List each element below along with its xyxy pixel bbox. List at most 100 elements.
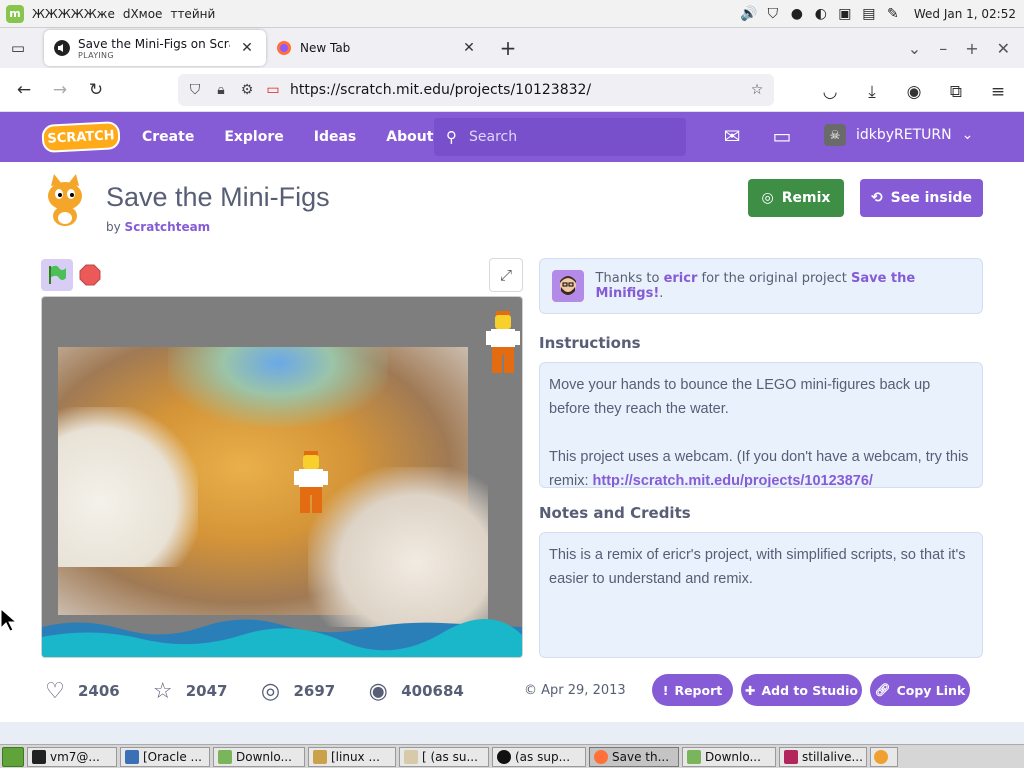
tab-save-the-mini-figs[interactable]: Save the Mini-Figs on Scratch PLAYING ✕ <box>44 30 266 66</box>
instructions-text: This project uses a webcam. (If you don'… <box>549 449 969 488</box>
taskbar-item-firefox[interactable]: Save th... <box>589 746 679 767</box>
volume-icon[interactable]: 🔊 <box>740 5 758 23</box>
avatar[interactable] <box>552 270 584 302</box>
taskbar-item-stillalive[interactable]: stillalive... <box>779 746 867 767</box>
eye-icon: ◉ <box>368 678 388 704</box>
instructions-box[interactable]: Move your hands to bounce the LEGO mini-… <box>539 362 983 488</box>
author-link[interactable]: Scratchteam <box>125 220 211 234</box>
credit-user-link[interactable]: ericr <box>664 271 698 286</box>
scratch-header: SCRATCH Create Explore Ideas About ⚲ ✉ ▭… <box>0 112 1024 162</box>
minimize-icon[interactable]: – <box>939 39 947 58</box>
tab-list-icon[interactable]: ▭ <box>0 30 36 66</box>
remix-spiral-icon: ◎ <box>260 678 281 704</box>
url-text[interactable]: https://scratch.mit.edu/projects/1012383… <box>290 82 740 98</box>
love-stat[interactable]: ♡ 2406 <box>42 678 120 704</box>
nav-about[interactable]: About <box>386 129 433 145</box>
close-window-icon[interactable]: ✕ <box>997 39 1010 58</box>
system-top-panel: m ЖЖЖЖЖже dХмое ттейнй 🔊 ⛉ ● ◐ ▣ ▤ ✎ Wed… <box>0 0 1024 28</box>
lock-icon[interactable]: 🔒︎ <box>212 82 230 98</box>
speaker-icon[interactable] <box>54 40 70 56</box>
taskbar-item-as-su[interactable]: [ (as su... <box>399 746 489 767</box>
mint-menu-icon[interactable]: m <box>6 4 24 23</box>
tab-playing-label: PLAYING <box>78 50 114 60</box>
notes-box[interactable]: This is a remix of ericr's project, with… <box>539 532 983 658</box>
remix-link[interactable]: http://scratch.mit.edu/projects/10123876… <box>593 473 873 487</box>
editor-icon <box>313 749 327 764</box>
remix-credit-text: Thanks to ericr for the original project… <box>595 271 916 301</box>
tab-new-tab[interactable]: New Tab ✕ <box>266 30 488 66</box>
taskbar-item-oracle[interactable]: [Oracle ... <box>120 746 210 767</box>
tray-app-icon[interactable]: ● <box>788 5 806 23</box>
user-menu[interactable]: ☠ idkbyRETURN ⌄ <box>824 124 973 146</box>
green-flag-icon <box>49 265 66 284</box>
clipboard-icon[interactable]: ▣ <box>836 5 854 23</box>
maximize-icon[interactable]: + <box>965 39 978 58</box>
forward-arrow-icon[interactable]: → <box>42 72 78 108</box>
report-button[interactable]: ! Report <box>652 674 733 706</box>
messages-icon[interactable]: ✉ <box>718 122 746 150</box>
scratch-nav: Create Explore Ideas About <box>142 129 433 145</box>
tab-title: Save the Mini-Figs on Scratch <box>78 36 230 51</box>
green-flag-button[interactable] <box>41 259 73 291</box>
stop-button[interactable] <box>79 264 101 286</box>
pocket-icon[interactable]: ◡ <box>812 74 848 110</box>
extensions-icon[interactable]: ⧉ <box>938 74 974 110</box>
account-icon[interactable]: ◉ <box>896 74 932 110</box>
page-footer-strip <box>0 722 1024 744</box>
nav-create[interactable]: Create <box>142 129 194 145</box>
remix-button[interactable]: ◎ Remix <box>748 179 844 217</box>
search-input[interactable] <box>469 129 659 145</box>
editor-icon <box>404 749 418 764</box>
clock[interactable]: Wed Jan 1, 02:52 <box>914 7 1016 21</box>
start-menu-icon[interactable] <box>2 746 24 767</box>
close-icon[interactable]: ✕ <box>238 39 256 57</box>
plus-icon: ✚ <box>744 682 756 698</box>
taskbar-item-downloads[interactable]: Downlo... <box>213 746 305 767</box>
new-tab-plus-icon[interactable]: + <box>492 32 524 64</box>
minifig-sprite <box>486 311 520 373</box>
star-icon: ☆ <box>152 678 173 704</box>
hands-image <box>58 407 198 567</box>
browser-nav-bar: ← → ↻ ⛉ 🔒︎ ⚙︎ ▭ https://scratch.mit.edu/… <box>0 68 1024 112</box>
bookmark-star-icon[interactable]: ☆ <box>748 82 766 98</box>
fullscreen-icon[interactable]: ⤢ <box>489 258 523 292</box>
taskbar-item-downloads-2[interactable]: Downlo... <box>682 746 776 767</box>
camera-icon[interactable]: ▭ <box>264 82 282 98</box>
taskbar-item-extra[interactable] <box>870 746 898 767</box>
back-arrow-icon[interactable]: ← <box>6 72 42 108</box>
see-inside-button[interactable]: ⟲ See inside <box>860 179 983 217</box>
url-bar[interactable]: ⛉ 🔒︎ ⚙︎ ▭ https://scratch.mit.edu/projec… <box>178 74 774 106</box>
taskbar-item-as-sup[interactable]: (as sup... <box>492 746 586 767</box>
firefox-icon <box>874 749 888 764</box>
chevron-down-icon[interactable]: ⌄ <box>908 39 921 58</box>
taskbar-item-terminal[interactable]: vm7@... <box>27 746 117 767</box>
permissions-icon[interactable]: ⚙︎ <box>238 82 256 98</box>
pen-icon[interactable]: ✎ <box>884 5 902 23</box>
project-stats: ♡ 2406 ☆ 2047 ◎ 2697 ◉ 400684 <box>42 678 494 704</box>
hamburger-menu-icon[interactable]: ≡ <box>980 74 1016 110</box>
close-icon[interactable]: ✕ <box>460 39 478 57</box>
project-stage[interactable] <box>41 296 523 658</box>
nav-ideas[interactable]: Ideas <box>314 129 357 145</box>
chevron-down-icon: ⌄ <box>961 127 974 143</box>
download-icon[interactable]: ⤓ <box>854 74 890 110</box>
firefox-icon <box>277 41 291 55</box>
reload-icon[interactable]: ↻ <box>78 72 114 108</box>
tray-app-icon[interactable]: ◐ <box>812 5 830 23</box>
network-icon[interactable]: ▤ <box>860 5 878 23</box>
panel-menu-item[interactable]: dХмое <box>123 7 163 21</box>
shield-icon[interactable]: ⛉ <box>186 82 204 98</box>
panel-menu-item[interactable]: ттейнй <box>170 7 215 21</box>
scratch-logo[interactable]: SCRATCH <box>41 120 121 154</box>
scratch-search[interactable]: ⚲ <box>434 118 686 156</box>
add-to-studio-button[interactable]: ✚ Add to Studio <box>741 674 862 706</box>
instructions-text: Move your hands to bounce the LEGO mini-… <box>549 377 931 417</box>
nav-explore[interactable]: Explore <box>224 129 283 145</box>
panel-menu-item[interactable]: ЖЖЖЖЖже <box>32 7 115 21</box>
favorite-stat[interactable]: ☆ 2047 <box>150 678 228 704</box>
taskbar-item-linux[interactable]: [linux ... <box>308 746 396 767</box>
copy-link-button[interactable]: 🔗︎ Copy Link <box>870 674 970 706</box>
shield-icon[interactable]: ⛉ <box>764 5 782 23</box>
my-stuff-folder-icon[interactable]: ▭ <box>768 122 796 150</box>
media-icon <box>784 749 798 764</box>
